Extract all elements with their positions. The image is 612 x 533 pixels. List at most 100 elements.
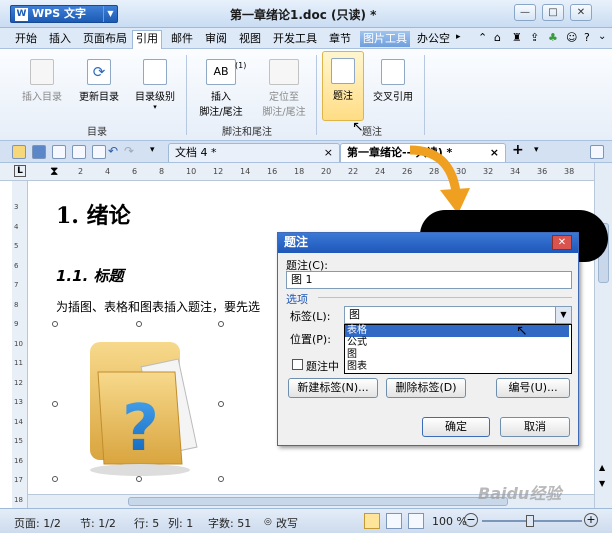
menu-developer[interactable]: 开发工具 xyxy=(272,31,318,47)
resize-handle[interactable] xyxy=(218,321,224,327)
shirt-icon[interactable]: ♜ xyxy=(512,31,522,44)
collapse-ribbon-icon[interactable]: ⌃ xyxy=(478,31,487,44)
mouse-cursor-icon: ↖ xyxy=(352,119,364,135)
menu-insert[interactable]: 插入 xyxy=(48,31,72,47)
options-divider xyxy=(318,297,572,298)
close-tab-icon[interactable]: × xyxy=(490,144,499,161)
menu-references[interactable]: 引用 xyxy=(132,30,162,49)
goto-footnote-button[interactable]: 定位至 脚注/尾注 xyxy=(254,53,314,118)
new-label-button[interactable]: 新建标签(N)... xyxy=(288,378,378,398)
tab-document-4[interactable]: 文档 4 * × xyxy=(168,143,340,162)
open-folder-icon[interactable] xyxy=(12,145,26,159)
app-menu-dropdown-icon[interactable]: ▼ xyxy=(103,6,117,22)
wps-app-menu[interactable]: W WPS 文字 ▼ xyxy=(10,5,118,23)
dropdown-option-figure[interactable]: 图 xyxy=(345,349,569,361)
inserted-picture[interactable]: ? xyxy=(70,332,220,482)
tab-list-dropdown-icon[interactable]: ▾ xyxy=(534,145,539,155)
tab-stop-selector[interactable]: L xyxy=(14,165,26,177)
dialog-close-button[interactable]: ✕ xyxy=(552,235,572,250)
undo-icon[interactable]: ↶ xyxy=(108,144,118,158)
scroll-up-icon[interactable]: ▲ xyxy=(599,463,605,472)
save-icon[interactable] xyxy=(32,145,46,159)
zoom-slider-thumb[interactable] xyxy=(526,515,534,527)
label-select-value: 图 xyxy=(349,308,360,321)
dropdown-option-table[interactable]: 表格 xyxy=(345,325,569,337)
chevron-down-icon[interactable]: ▼ xyxy=(555,307,571,323)
close-window-button[interactable]: ✕ xyxy=(570,4,592,21)
exclude-label-checkbox[interactable] xyxy=(292,359,303,370)
home-icon[interactable]: ⌂ xyxy=(494,31,501,44)
vertical-ruler-tick-label: 16 xyxy=(14,456,23,465)
numbering-button[interactable]: 编号(U)... xyxy=(496,378,570,398)
cancel-button[interactable]: 取消 xyxy=(500,417,570,437)
menu-view[interactable]: 视图 xyxy=(238,31,262,47)
menu-picture-tools[interactable]: 图片工具 xyxy=(360,31,410,47)
caption-input[interactable]: 图 1 xyxy=(286,271,572,289)
horizontal-scroll-thumb[interactable] xyxy=(128,497,508,506)
resize-handle[interactable] xyxy=(52,476,58,482)
vertical-ruler-tick-label: 13 xyxy=(14,398,23,406)
zoom-out-button[interactable]: − xyxy=(464,513,478,527)
insert-footnote-button[interactable]: AB (1) 插入 脚注/尾注 xyxy=(192,53,250,118)
ok-button[interactable]: 确定 xyxy=(422,417,490,437)
cross-reference-button[interactable]: 交叉引用 xyxy=(368,53,418,115)
resize-handle[interactable] xyxy=(218,401,224,407)
delete-label-button[interactable]: 删除标签(D) xyxy=(386,378,466,398)
format-painter-icon[interactable] xyxy=(92,145,106,159)
page-view-icon[interactable] xyxy=(364,513,380,529)
ruler-tick-label: 20 xyxy=(321,167,332,176)
update-toc-button[interactable]: ⟳ 更新目录 xyxy=(72,53,126,115)
menu-page-layout[interactable]: 页面布局 xyxy=(82,31,128,47)
ruler-tick-label: 24 xyxy=(375,167,386,176)
new-tab-button[interactable]: + xyxy=(512,142,524,158)
menu-chapters[interactable]: 章节 xyxy=(328,31,352,47)
user-icon[interactable]: ☺ xyxy=(566,31,577,44)
insert-toc-button[interactable]: 插入目录 xyxy=(16,53,68,115)
caption-button[interactable]: 题注 xyxy=(322,51,364,121)
minimize-button[interactable]: — xyxy=(514,4,536,21)
svg-text:?: ? xyxy=(122,392,159,466)
ribbon-separator xyxy=(424,55,425,135)
menu-mailings[interactable]: 邮件 xyxy=(170,31,194,47)
dropdown-option-chart[interactable]: 图表 xyxy=(345,361,569,373)
update-toc-label: 更新目录 xyxy=(79,92,119,103)
print-preview-icon[interactable] xyxy=(72,145,86,159)
menu-office[interactable]: 办公空 xyxy=(416,31,451,47)
close-tab-icon[interactable]: × xyxy=(324,144,333,161)
share-icon[interactable]: ⇪ xyxy=(530,31,539,44)
resize-handle[interactable] xyxy=(136,321,142,327)
zoom-in-button[interactable]: + xyxy=(584,513,598,527)
menu-options-icon[interactable]: ⌄ xyxy=(598,31,606,42)
print-icon[interactable] xyxy=(52,145,66,159)
vertical-scrollbar[interactable]: ▲ ▼ xyxy=(594,163,612,508)
indent-marker-icon[interactable]: ⧗ xyxy=(50,164,58,179)
window-layout-icon[interactable] xyxy=(590,145,604,159)
ruler-tick-label: 18 xyxy=(294,167,305,176)
resize-handle[interactable] xyxy=(218,476,224,482)
outline-view-icon[interactable] xyxy=(386,513,402,529)
menu-more-icon[interactable]: ▸ xyxy=(456,32,461,42)
status-overtype[interactable]: 改写 xyxy=(276,515,298,531)
resize-handle[interactable] xyxy=(52,321,58,327)
resize-handle[interactable] xyxy=(52,401,58,407)
leaf-icon[interactable]: ♣ xyxy=(548,31,558,44)
status-page: 页面: 1/2 xyxy=(14,517,61,530)
resize-handle[interactable] xyxy=(136,476,142,482)
ruler-tick-label: 16 xyxy=(267,167,278,176)
redo-icon[interactable]: ↷ xyxy=(124,144,134,158)
dropdown-option-formula[interactable]: 公式 xyxy=(345,337,569,349)
vertical-ruler-tick-label: 10 xyxy=(14,339,23,348)
label-select[interactable]: 图 ▼ xyxy=(344,306,572,324)
help-icon[interactable]: ? xyxy=(584,31,590,44)
caption-label: 题注 xyxy=(333,91,353,102)
cross-reference-icon xyxy=(381,59,405,85)
web-view-icon[interactable] xyxy=(408,513,424,529)
menu-review[interactable]: 审阅 xyxy=(204,31,228,47)
toc-level-button[interactable]: 目录级别 ▾ xyxy=(128,53,182,115)
menu-start[interactable]: 开始 xyxy=(14,31,38,47)
ruler-tick-label: 14 xyxy=(240,167,251,176)
quick-access-dropdown-icon[interactable]: ▾ xyxy=(150,145,155,155)
footnote-ab-text: AB xyxy=(213,65,229,78)
scroll-down-icon[interactable]: ▼ xyxy=(599,479,605,488)
maximize-button[interactable]: □ xyxy=(542,4,564,21)
